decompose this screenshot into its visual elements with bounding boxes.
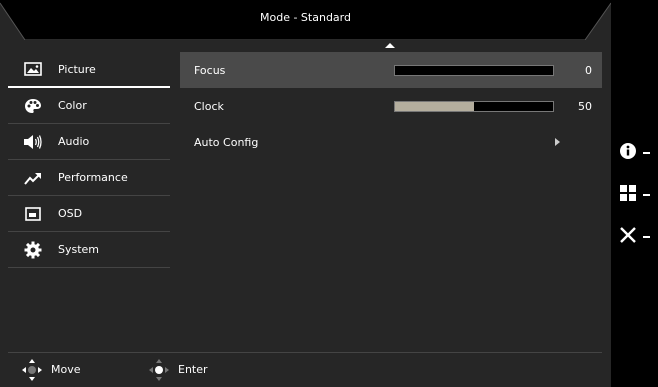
setting-label: Focus [194,63,226,77]
info-icon [619,142,637,164]
sidebar-item-label: Performance [58,171,128,184]
sidebar-item-audio[interactable]: Audio [8,124,170,160]
clock-slider[interactable] [394,100,554,112]
sidebar-item-label: System [58,243,100,256]
settings-panel: Focus 0 Clock 50 Auto Config [180,52,602,160]
sidebar-item-label: Picture [58,62,96,76]
joystick-move-icon [21,358,43,382]
input-button[interactable] [619,185,655,205]
scroll-up-icon[interactable] [385,43,395,48]
focus-slider[interactable] [394,64,554,76]
dash-indicator [643,152,650,154]
sidebar-item-system[interactable]: System [8,232,170,268]
dash-indicator [643,236,650,238]
close-icon [619,226,637,248]
mode-title: Mode - Standard [260,11,351,24]
sidebar-item-label: Color [58,99,87,112]
setting-label: Auto Config [194,135,259,149]
setting-value: 0 [585,63,592,77]
sidebar: Picture Color Audio Performance OSD Syst… [8,52,170,268]
sidebar-item-osd[interactable]: OSD [8,196,170,232]
joystick-press-icon [148,358,170,382]
setting-row-auto-config[interactable]: Auto Config [180,124,602,160]
info-button[interactable] [619,143,655,163]
enter-hint-label: Enter [178,363,208,376]
grid-icon [619,184,637,206]
trend-icon [22,169,44,187]
setting-value: 50 [578,99,592,113]
sidebar-item-performance[interactable]: Performance [8,160,170,196]
dash-indicator [643,194,650,196]
speaker-icon [22,133,44,151]
setting-row-clock[interactable]: Clock 50 [180,88,602,124]
setting-row-focus[interactable]: Focus 0 [180,52,602,88]
slider-fill [395,101,474,111]
setting-label: Clock [194,99,224,113]
sidebar-item-label: Audio [58,135,90,148]
header: Mode - Standard [0,0,611,40]
sidebar-item-color[interactable]: Color [8,88,170,124]
chevron-right-icon [555,138,560,146]
osd-window-icon [22,205,44,223]
footer-hints: Move Enter [0,353,611,387]
move-hint-label: Move [51,363,81,376]
osd-menu: Mode - Standard Picture Color Audio Perf… [0,0,611,387]
palette-icon [22,97,44,115]
sidebar-item-picture[interactable]: Picture [8,52,170,88]
sidebar-item-label: OSD [58,207,83,220]
picture-icon [22,60,44,78]
close-button[interactable] [619,227,655,247]
gear-icon [22,241,44,259]
